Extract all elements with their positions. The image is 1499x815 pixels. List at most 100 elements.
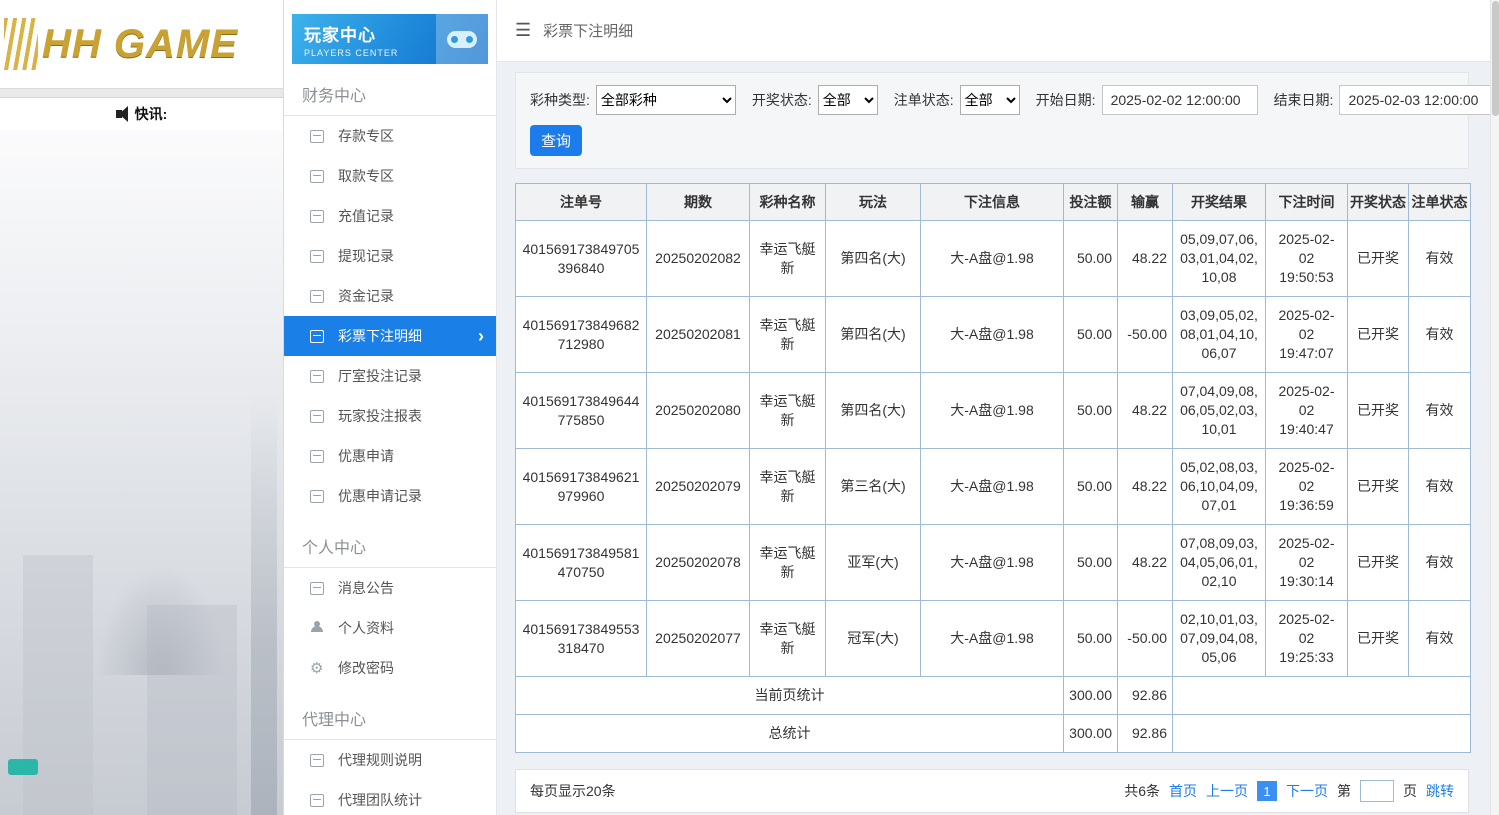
gear-icon: ⚙ bbox=[310, 659, 324, 677]
cell-play-type: 第四名(大) bbox=[825, 372, 921, 449]
pagination-bar: 每页显示20条 共6条 首页 上一页 1 下一页 第 页 跳转 bbox=[515, 769, 1469, 813]
cell-draw-status: 已开奖 bbox=[1347, 600, 1409, 677]
bet-table-body: 401569173849705396840 20250202082 幸运飞艇新 第四名… bbox=[515, 220, 1471, 677]
sidebar-item-player-bet-report[interactable]: 玩家投注报表 bbox=[284, 396, 496, 436]
column-header-draw-status: 开奖状态 bbox=[1347, 183, 1409, 221]
cell-win-loss: 48.22 bbox=[1117, 524, 1173, 601]
cell-draw-status: 已开奖 bbox=[1347, 448, 1409, 525]
cell-bet-info: 大-A盘@1.98 bbox=[920, 600, 1064, 677]
bets-table: 注单号 期数 彩种名称 玩法 下注信息 投注额 输赢 开奖结果 下注时间 开奖状态 注单状态 401… bbox=[515, 183, 1471, 753]
cell-bet-time: 2025-02-02 19:30:14 bbox=[1265, 524, 1348, 601]
cell-draw-status: 已开奖 bbox=[1347, 372, 1409, 449]
order-status-select[interactable]: 全部 bbox=[959, 85, 1020, 115]
sidebar-item-change-password[interactable]: ⚙ 修改密码 bbox=[284, 648, 496, 688]
cell-play-type: 亚军(大) bbox=[825, 524, 921, 601]
total-count-label: 共6条 bbox=[1124, 783, 1160, 799]
cell-draw-result: 05,02,08,03,06,10,04,09,07,01 bbox=[1172, 448, 1266, 525]
sidebar-nav: 财务中心 存款专区 取款专区 充值记录 提现记录资金记录彩票下注明细 › 厅室投注记录 玩家投… bbox=[284, 70, 496, 815]
sidebar-section-title: 财务中心 bbox=[284, 70, 496, 116]
sidebar-header-text: 玩家中心 PLAYERS CENTER bbox=[292, 14, 436, 64]
scrollbar-thumb[interactable] bbox=[1492, 1, 1499, 116]
speaker-icon bbox=[115, 106, 128, 122]
cell-lottery-name: 幸运飞艇新 bbox=[749, 524, 826, 601]
page-jump-input[interactable] bbox=[1360, 780, 1394, 802]
content-area: ☰ 彩票下注明细 彩种类型: 全部彩种 开奖状态: 全部 注单状态: 全部 开始… bbox=[497, 0, 1499, 815]
building-silhouette bbox=[22, 555, 93, 815]
cell-play-type: 第四名(大) bbox=[825, 296, 921, 373]
corner-widget-icon[interactable] bbox=[8, 759, 38, 775]
cell-win-loss: 48.22 bbox=[1117, 372, 1173, 449]
cell-bet-amount: 50.00 bbox=[1063, 600, 1118, 677]
hamburger-menu-icon[interactable]: ☰ bbox=[515, 20, 531, 41]
sidebar-item-recharge-record[interactable]: 充值记录 bbox=[284, 196, 496, 236]
sidebar-item-withdraw[interactable]: 取款专区 bbox=[284, 156, 496, 196]
cell-lottery-name: 幸运飞艇新 bbox=[749, 296, 826, 373]
draw-status-label: 开奖状态: bbox=[751, 92, 812, 108]
sidebar-item-deposit[interactable]: 存款专区 bbox=[284, 116, 496, 156]
jump-label-post: 页 bbox=[1403, 783, 1417, 799]
cell-win-loss: -50.00 bbox=[1117, 600, 1173, 677]
sidebar-item-promo-apply[interactable]: 优惠申请 bbox=[284, 436, 496, 476]
news-ticker-label: 快讯: bbox=[134, 106, 168, 122]
prev-page-link[interactable]: 上一页 bbox=[1206, 781, 1248, 801]
sidebar-item-promo-apply-record[interactable]: 优惠申请记录 bbox=[284, 476, 496, 516]
filter-panel: 彩种类型: 全部彩种 开奖状态: 全部 注单状态: 全部 开始日期: 2025-… bbox=[515, 72, 1496, 169]
sidebar-item-lottery-bet-detail[interactable]: 彩票下注明细 › bbox=[284, 316, 496, 356]
player-bet-report-icon bbox=[310, 409, 324, 423]
cell-win-loss: 48.22 bbox=[1117, 220, 1173, 297]
divider bbox=[0, 88, 283, 98]
cell-period: 20250202079 bbox=[646, 448, 750, 525]
window-scrollbar[interactable] bbox=[1490, 0, 1499, 815]
sidebar-item-hall-bet-record[interactable]: 厅室投注记录 bbox=[284, 356, 496, 396]
cell-order-id: 401569173849644775850 bbox=[515, 372, 647, 449]
start-date-input[interactable] bbox=[1101, 85, 1258, 115]
table-panel: 注单号 期数 彩种名称 玩法 下注信息 投注额 输赢 开奖结果 下注时间 开奖状态 注单状态 401… bbox=[515, 183, 1471, 753]
cell-play-type: 第三名(大) bbox=[825, 448, 921, 525]
start-date-label: 开始日期: bbox=[1035, 92, 1096, 108]
sidebar-item-fund-record[interactable]: 资金记录 bbox=[284, 276, 496, 316]
grand-total-empty bbox=[1172, 714, 1471, 753]
sidebar-item-agent-team-stats[interactable]: 代理团队统计 bbox=[284, 780, 496, 815]
cell-order-status: 有效 bbox=[1408, 220, 1471, 297]
cell-lottery-name: 幸运飞艇新 bbox=[749, 448, 826, 525]
sidebar-item-agent-rules[interactable]: 代理规则说明 bbox=[284, 740, 496, 780]
cell-order-status: 有效 bbox=[1408, 448, 1471, 525]
end-date-input[interactable] bbox=[1339, 85, 1496, 115]
cell-bet-info: 大-A盘@1.98 bbox=[920, 448, 1064, 525]
hall-bet-record-icon bbox=[310, 369, 324, 383]
sidebar-item-profile[interactable]: 个人资料 bbox=[284, 608, 496, 648]
first-page-link[interactable]: 首页 bbox=[1169, 781, 1197, 801]
cell-period: 20250202081 bbox=[646, 296, 750, 373]
current-page-button[interactable]: 1 bbox=[1257, 781, 1277, 801]
query-button[interactable]: 查询 bbox=[530, 125, 582, 156]
brand-region: HH GAME 快讯: bbox=[0, 0, 283, 815]
order-status-label: 注单状态: bbox=[893, 92, 954, 108]
cell-period: 20250202077 bbox=[646, 600, 750, 677]
cell-bet-info: 大-A盘@1.98 bbox=[920, 296, 1064, 373]
sidebar-item-label: 优惠申请记录 bbox=[338, 488, 422, 504]
sidebar-item-messages[interactable]: 消息公告 bbox=[284, 568, 496, 608]
grand-total-row: 总统计 300.00 92.86 bbox=[515, 714, 1471, 753]
lottery-type-label: 彩种类型: bbox=[530, 92, 590, 108]
jump-link[interactable]: 跳转 bbox=[1426, 781, 1454, 801]
column-header-bet-info: 下注信息 bbox=[920, 183, 1064, 221]
next-page-link[interactable]: 下一页 bbox=[1286, 781, 1328, 801]
table-row: 401569173849682712980 20250202081 幸运飞艇新 第四名… bbox=[515, 296, 1471, 373]
sidebar-item-label: 代理规则说明 bbox=[338, 752, 422, 768]
column-header-play-type: 玩法 bbox=[825, 183, 921, 221]
cell-draw-status: 已开奖 bbox=[1347, 524, 1409, 601]
sidebar-header: 玩家中心 PLAYERS CENTER bbox=[292, 14, 488, 64]
cell-bet-info: 大-A盘@1.98 bbox=[920, 372, 1064, 449]
lottery-type-select[interactable]: 全部彩种 bbox=[595, 85, 736, 115]
brand-logo-mark-icon bbox=[4, 18, 38, 70]
filter-row: 彩种类型: 全部彩种 开奖状态: 全部 注单状态: 全部 开始日期: 2025-… bbox=[530, 85, 1496, 115]
cell-bet-time: 2025-02-02 19:47:07 bbox=[1265, 296, 1348, 373]
column-header-lottery-name: 彩种名称 bbox=[749, 183, 826, 221]
person-icon bbox=[310, 620, 324, 635]
draw-status-select[interactable]: 全部 bbox=[817, 85, 878, 115]
sidebar-item-withdraw-record[interactable]: 提现记录 bbox=[284, 236, 496, 276]
table-row: 401569173849644775850 20250202080 幸运飞艇新 第四名… bbox=[515, 372, 1471, 449]
page-total-label: 当前页统计 bbox=[515, 676, 1064, 715]
sidebar-item-label: 资金记录 bbox=[338, 288, 394, 304]
column-header-period: 期数 bbox=[646, 183, 750, 221]
